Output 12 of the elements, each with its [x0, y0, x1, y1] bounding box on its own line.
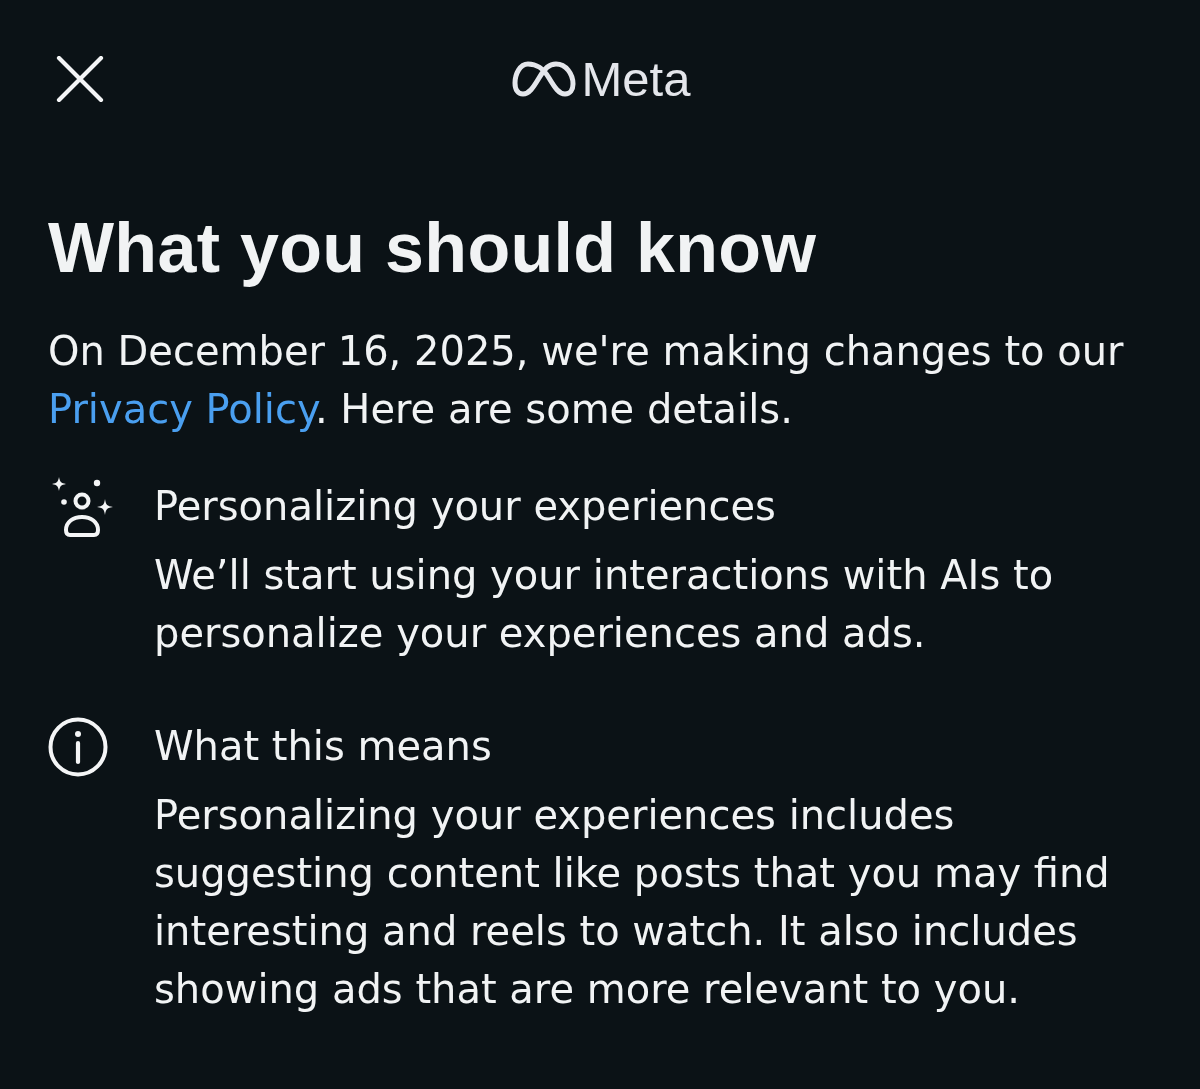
close-icon	[56, 56, 104, 102]
section-description: Personalizing your experiences includes suggesting content like posts that you may find interesting and reels to watch. It also includes showing ads that are more relevant to you.	[154, 791, 1111, 1014]
info-icon	[48, 717, 108, 777]
intro-paragraph: On December 16, 2025, we're making changes to our Privacy Policy. Here are some details.	[48, 327, 1125, 434]
infinity-logo-icon	[511, 60, 576, 98]
section-heading: What this means	[154, 722, 493, 771]
privacy-policy-link[interactable]: Privacy Policy	[48, 386, 315, 432]
page-title: What you should know	[48, 208, 818, 288]
section-description: We’ll start using your interactions with AIs to personalize your experiences and ads.	[154, 551, 1055, 658]
close-button[interactable]	[56, 56, 104, 102]
logo-text: Meta	[581, 56, 691, 102]
section-heading: Personalizing your experiences	[154, 482, 777, 531]
